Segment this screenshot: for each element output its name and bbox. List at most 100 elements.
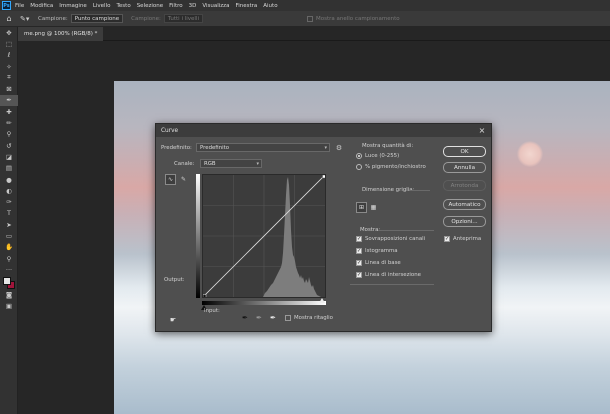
color-swatches[interactable] — [0, 276, 18, 290]
sample-label: Campione: — [38, 15, 68, 22]
close-icon[interactable]: × — [477, 125, 487, 135]
black-eyedropper-icon[interactable]: ✒ — [242, 314, 252, 324]
dialog-title: Curve — [161, 127, 179, 134]
light-radio[interactable]: Luce (0-255) — [356, 153, 399, 159]
menu-help[interactable]: Aiuto — [263, 3, 277, 9]
curves-dialog: Curve × Predefinito: Predefinito ▾ ⚙ Can… — [155, 123, 492, 332]
moon-shape — [517, 141, 543, 167]
intersection-line-checkbox[interactable]: ✓ Linea di intersezione — [356, 272, 421, 278]
section-divider — [410, 190, 430, 191]
move-tool-icon[interactable]: ✥ — [0, 27, 18, 38]
screen-mode-icon[interactable]: ▣ — [0, 301, 18, 312]
output-label: Output: — [164, 277, 185, 283]
show-ring-checkbox[interactable]: Mostra anello campionamento — [307, 15, 400, 22]
lasso-tool-icon[interactable]: ℓ — [0, 50, 18, 61]
checkbox-checked: ✓ — [356, 248, 362, 254]
sample-size-label: Campione: — [131, 15, 161, 22]
preview-checkbox[interactable]: ✓ Anteprima — [444, 236, 481, 242]
clone-stamp-tool-icon[interactable]: ⚲ — [0, 129, 18, 140]
checkbox-checked: ✓ — [356, 260, 362, 266]
histogram-checkbox[interactable]: ✓ Istogramma — [356, 248, 398, 254]
healing-brush-tool-icon[interactable]: ✚ — [0, 106, 18, 117]
checkbox-box — [307, 15, 313, 22]
eyedropper-tool-icon[interactable]: ✎▾ — [20, 14, 32, 24]
channel-select[interactable]: RGB ▾ — [200, 159, 262, 168]
sample-size-select[interactable]: Tutti i livelli — [163, 14, 203, 23]
channel-overlays-checkbox[interactable]: ✓ Sovrapposizioni canali — [356, 236, 425, 242]
frame-tool-icon[interactable]: ⊠ — [0, 83, 18, 94]
shape-tool-icon[interactable]: ▭ — [0, 230, 18, 241]
checkbox-box — [285, 315, 291, 321]
chevron-down-icon: ▾ — [256, 161, 259, 167]
path-selection-tool-icon[interactable]: ➤ — [0, 219, 18, 230]
menu-image[interactable]: Immagine — [59, 3, 87, 9]
ok-button[interactable]: OK — [443, 146, 486, 157]
white-input-slider[interactable] — [319, 298, 325, 303]
type-tool-icon[interactable]: T — [0, 208, 18, 219]
gradient-tool-icon[interactable]: ▤ — [0, 163, 18, 174]
menu-window[interactable]: Finestra — [235, 3, 257, 9]
dialog-title-bar[interactable]: Curve × — [156, 124, 491, 137]
document-tab[interactable]: me.png @ 100% (RGB/8) * — [18, 27, 104, 41]
cancel-button[interactable]: Annulla — [443, 162, 486, 173]
pencil-icon[interactable]: ✎ — [178, 174, 189, 185]
checkbox-checked: ✓ — [356, 236, 362, 242]
gear-icon[interactable]: ⚙ — [334, 143, 344, 153]
black-point-handle[interactable] — [203, 294, 207, 298]
dodge-tool-icon[interactable]: ◐ — [0, 185, 18, 196]
curve-graph[interactable] — [202, 174, 326, 298]
home-icon[interactable]: ⌂ — [4, 14, 14, 24]
document-tab-bar: me.png @ 100% (RGB/8) * — [18, 27, 610, 41]
on-image-adjust-icon[interactable]: ☛ — [168, 315, 178, 325]
options-bar: ⌂ ✎▾ Campione: Punto campione Campione: … — [0, 11, 610, 27]
crop-tool-icon[interactable]: ⌗ — [0, 72, 18, 83]
quick-mask-icon[interactable]: ◙ — [0, 290, 18, 301]
marquee-tool-icon[interactable]: ⬚ — [0, 38, 18, 49]
brush-tool-icon[interactable]: ✏ — [0, 117, 18, 128]
blur-tool-icon[interactable]: ● — [0, 174, 18, 185]
menu-type[interactable]: Testo — [116, 3, 130, 9]
show-ring-label: Mostra anello campionamento — [316, 15, 400, 22]
intersection-line-label: Linea di intersezione — [365, 272, 421, 278]
preset-select[interactable]: Predefinito ▾ — [196, 143, 330, 152]
section-divider — [378, 230, 434, 231]
white-eyedropper-icon[interactable]: ✒ — [270, 314, 280, 324]
curve-graph-svg — [203, 175, 325, 297]
gray-eyedropper-icon[interactable]: ✒ — [256, 314, 266, 324]
show-clipping-checkbox[interactable]: Mostra ritaglio — [285, 315, 333, 321]
pigment-radio[interactable]: % pigmento/inchiostro — [356, 164, 426, 170]
preset-label: Predefinito: — [161, 145, 192, 151]
zoom-tool-icon[interactable]: ⚲ — [0, 253, 18, 264]
eraser-tool-icon[interactable]: ◪ — [0, 151, 18, 162]
input-gradient-bar — [202, 301, 326, 305]
channel-overlays-label: Sovrapposizioni canali — [365, 236, 426, 242]
hand-tool-icon[interactable]: ✋ — [0, 242, 18, 253]
auto-button[interactable]: Automatico — [443, 199, 486, 210]
menu-file[interactable]: File — [15, 3, 24, 9]
menu-3d[interactable]: 3D — [189, 3, 197, 9]
curve-point-icon[interactable]: ∿ — [165, 174, 176, 185]
more-tools-icon[interactable]: ··· — [0, 264, 18, 275]
menu-bar: Ps File Modifica Immagine Livello Testo … — [0, 0, 610, 11]
options-button[interactable]: Opzioni... — [443, 216, 486, 227]
sample-select[interactable]: Punto campione — [70, 14, 124, 23]
menu-view[interactable]: Visualizza — [202, 3, 229, 9]
menu-select[interactable]: Selezione — [137, 3, 163, 9]
show-clipping-label: Mostra ritaglio — [294, 315, 333, 321]
preview-label: Anteprima — [453, 236, 482, 242]
quick-select-tool-icon[interactable]: ✧ — [0, 61, 18, 72]
menu-edit[interactable]: Modifica — [30, 3, 53, 9]
menu-filter[interactable]: Filtro — [169, 3, 182, 9]
foreground-color-swatch[interactable] — [3, 276, 11, 285]
history-brush-tool-icon[interactable]: ↺ — [0, 140, 18, 151]
smooth-button[interactable]: Arrotonda — [443, 180, 486, 191]
grid-detailed-icon[interactable]: ▦ — [368, 202, 379, 213]
baseline-checkbox[interactable]: ✓ Linea di base — [356, 260, 401, 266]
radio-dot — [356, 164, 362, 170]
eyedropper-tool-icon[interactable]: ✒ — [0, 94, 18, 107]
menu-layer[interactable]: Livello — [93, 3, 111, 9]
white-point-handle[interactable] — [322, 175, 326, 179]
pen-tool-icon[interactable]: ✑ — [0, 196, 18, 207]
grid-simple-icon[interactable]: ⊞ — [356, 202, 367, 213]
histogram — [263, 177, 321, 297]
